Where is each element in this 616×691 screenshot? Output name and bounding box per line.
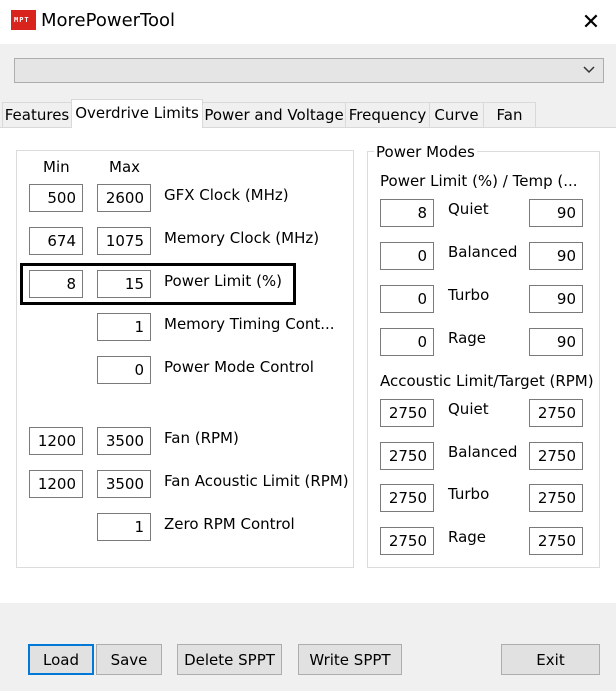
tab-frequency[interactable]: Frequency — [345, 102, 430, 127]
turbo-power-limit-field[interactable]: 0 — [380, 285, 434, 313]
acoustic-rage-label: Rage — [448, 528, 487, 546]
app-logo-icon: MPT — [11, 10, 36, 30]
balanced-acoustic-target-field[interactable]: 2750 — [529, 442, 583, 470]
gfx-clock-label: GFX Clock (MHz) — [164, 186, 289, 204]
acoustic-quiet-label: Quiet — [448, 400, 489, 418]
save-button[interactable]: Save — [96, 644, 162, 675]
rage-temp-field[interactable]: 90 — [529, 328, 583, 356]
power-limit-min-field[interactable]: 8 — [29, 270, 83, 298]
balanced-power-limit-field[interactable]: 0 — [380, 242, 434, 270]
title-bar: MPT MorePowerTool ✕ — [0, 0, 616, 44]
exit-button[interactable]: Exit — [501, 644, 600, 675]
power-mode-control-label: Power Mode Control — [164, 358, 314, 376]
quiet-label: Quiet — [448, 200, 489, 218]
tab-power-and-voltage[interactable]: Power and Voltage — [202, 102, 346, 127]
gfx-clock-max-field[interactable]: 2600 — [97, 184, 151, 212]
min-column-header: Min — [43, 158, 70, 176]
gfx-clock-min-field[interactable]: 500 — [29, 184, 83, 212]
balanced-acoustic-limit-field[interactable]: 2750 — [380, 442, 434, 470]
quiet-acoustic-target-field[interactable]: 2750 — [529, 399, 583, 427]
quiet-temp-field[interactable]: 90 — [529, 199, 583, 227]
quiet-acoustic-limit-field[interactable]: 2750 — [380, 399, 434, 427]
turbo-acoustic-target-field[interactable]: 2750 — [529, 484, 583, 512]
zero-rpm-control-label: Zero RPM Control — [164, 515, 295, 533]
power-limit-temp-header: Power Limit (%) / Temp (... — [380, 172, 578, 190]
balanced-label: Balanced — [448, 243, 518, 261]
rage-power-limit-field[interactable]: 0 — [380, 328, 434, 356]
turbo-acoustic-limit-field[interactable]: 2750 — [380, 484, 434, 512]
fan-rpm-max-field[interactable]: 3500 — [97, 427, 151, 455]
memory-clock-max-field[interactable]: 1075 — [97, 227, 151, 255]
power-mode-control-field[interactable]: 0 — [97, 356, 151, 384]
tab-strip: Features Overdrive Limits Power and Volt… — [0, 99, 616, 128]
window-title: MorePowerTool — [41, 10, 176, 31]
balanced-temp-field[interactable]: 90 — [529, 242, 583, 270]
write-sppt-button[interactable]: Write SPPT — [298, 644, 402, 675]
zero-rpm-control-field[interactable]: 1 — [97, 513, 151, 541]
close-icon[interactable]: ✕ — [578, 9, 604, 35]
acoustic-balanced-label: Balanced — [448, 443, 518, 461]
memory-clock-min-field[interactable]: 674 — [29, 227, 83, 255]
power-limit-max-field[interactable]: 15 — [97, 270, 151, 298]
max-column-header: Max — [109, 158, 141, 176]
power-limit-label: Power Limit (%) — [164, 272, 283, 290]
turbo-label: Turbo — [448, 286, 490, 304]
rage-acoustic-limit-field[interactable]: 2750 — [380, 527, 434, 555]
chevron-down-icon — [583, 66, 595, 74]
fan-acoustic-limit-label: Fan Acoustic Limit (RPM) — [164, 472, 349, 490]
rage-label: Rage — [448, 329, 487, 347]
acoustic-limit-header: Accoustic Limit/Target (RPM) — [380, 372, 594, 390]
fan-acoustic-limit-max-field[interactable]: 3500 — [97, 470, 151, 498]
fan-acoustic-limit-min-field[interactable]: 1200 — [29, 470, 83, 498]
rage-acoustic-target-field[interactable]: 2750 — [529, 527, 583, 555]
gpu-select-combobox[interactable] — [14, 58, 604, 83]
memory-timing-control-label: Memory Timing Cont... — [164, 315, 335, 333]
memory-clock-label: Memory Clock (MHz) — [164, 229, 320, 247]
power-modes-group-title: Power Modes — [374, 143, 477, 161]
fan-rpm-min-field[interactable]: 1200 — [29, 427, 83, 455]
tab-features[interactable]: Features — [2, 102, 72, 127]
fan-rpm-label: Fan (RPM) — [164, 429, 239, 447]
delete-sppt-button[interactable]: Delete SPPT — [177, 644, 282, 675]
memory-timing-control-field[interactable]: 1 — [97, 313, 151, 341]
load-button[interactable]: Load — [28, 644, 94, 675]
quiet-power-limit-field[interactable]: 8 — [380, 199, 434, 227]
tab-curve[interactable]: Curve — [429, 102, 484, 127]
tab-fan[interactable]: Fan — [483, 102, 536, 127]
tab-overdrive-limits[interactable]: Overdrive Limits — [71, 99, 203, 128]
acoustic-turbo-label: Turbo — [448, 485, 490, 503]
turbo-temp-field[interactable]: 90 — [529, 285, 583, 313]
